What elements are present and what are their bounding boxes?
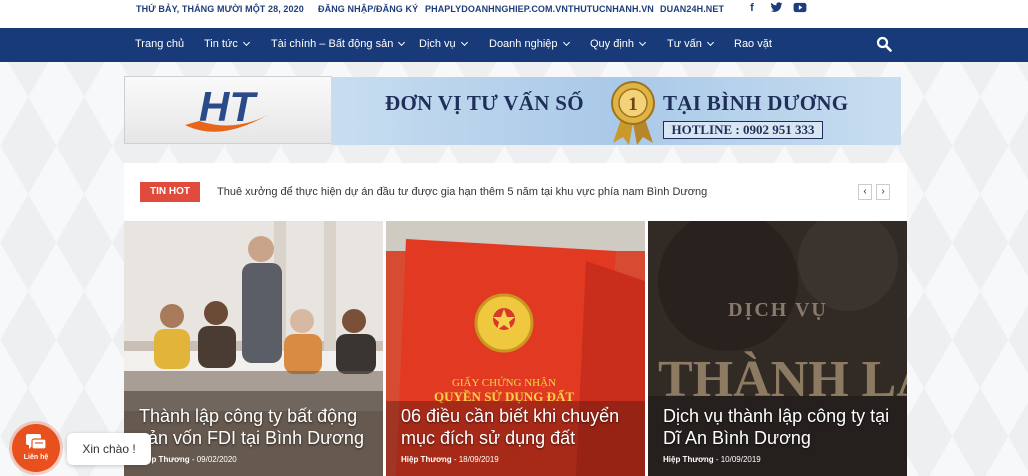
nav-consulting[interactable]: Tư vấn — [667, 38, 714, 50]
card-author[interactable]: Hiệp Thương — [663, 455, 714, 464]
featured-card[interactable]: GIẤY CHỨNG NHẬN QUYỀN SỬ DỤNG ĐẤT 06 điề… — [386, 221, 645, 476]
featured-card[interactable]: Thành lập công ty bất động sản vốn FDI t… — [124, 221, 383, 476]
nav-regulations-label: Quy định — [590, 38, 635, 50]
nav-classifieds-label: Rao vặt — [734, 38, 772, 50]
card-date: 09/02/2020 — [196, 455, 237, 464]
top-link-phaplydoanhnghiep[interactable]: PHAPLYDOANHNGHIEP.COM.VN — [425, 4, 568, 14]
hotline-badge[interactable]: HOTLINE : 0902 951 333 — [663, 121, 823, 139]
chat-greeting-bubble[interactable]: Xin chào ! — [67, 433, 151, 465]
top-link-thutucnhanh[interactable]: THUTUCNHANH.VN — [568, 4, 654, 14]
featured-card[interactable]: DỊCH VỤ THÀNH LẬ Dịch vụ thành lập công … — [648, 221, 907, 476]
hot-news-label: TIN HOT — [140, 182, 200, 202]
top-bar: THỨ BẢY, THÁNG MƯỜI MỘT 28, 2020 ĐĂNG NH… — [0, 0, 1028, 28]
card-title[interactable]: Thành lập công ty bất động sản vốn FDI t… — [139, 405, 371, 449]
nav-regulations[interactable]: Quy định — [590, 38, 647, 50]
chevron-down-icon — [638, 38, 647, 47]
twitter-icon[interactable] — [768, 1, 784, 17]
facebook-icon[interactable]: f — [744, 2, 760, 14]
login-register-link[interactable]: ĐĂNG NHẬP/ĐĂNG KÝ — [318, 4, 418, 14]
hot-news-headline[interactable]: Thuê xưởng để thực hiện dự án đầu tư đượ… — [217, 186, 707, 198]
ticker-next-button[interactable]: › — [876, 184, 890, 200]
search-icon[interactable] — [876, 36, 892, 52]
main-nav: Trang chủ Tin tức Tài chính – Bất động s… — [0, 28, 1028, 62]
banner-slogan-right: TẠI BÌNH DƯƠNG — [663, 91, 849, 115]
certificate-title-line1: GIẤY CHỨNG NHẬN — [452, 376, 556, 389]
nav-news[interactable]: Tin tức — [204, 38, 250, 50]
current-date: THỨ BẢY, THÁNG MƯỜI MỘT 28, 2020 — [136, 4, 304, 14]
nav-finance-label: Tài chính – Bất động sản — [271, 38, 394, 50]
youtube-icon[interactable] — [792, 1, 808, 17]
nav-finance-realestate[interactable]: Tài chính – Bất động sản — [271, 38, 406, 50]
chevron-down-icon — [562, 38, 570, 47]
ticker-prev-button[interactable]: ‹ — [858, 184, 872, 200]
nav-services-label: Dịch vụ — [419, 38, 456, 50]
chevron-down-icon — [398, 38, 406, 47]
card-meta: Hiệp Thương - 09/02/2020 — [139, 455, 237, 464]
gold-medal-icon: 1 — [611, 81, 655, 145]
chevron-down-icon — [460, 38, 468, 47]
nav-home-label: Trang chủ — [135, 38, 185, 50]
site-logo[interactable]: HT — [124, 76, 332, 144]
card-title[interactable]: Dịch vụ thành lập công ty tại Dĩ An Bình… — [663, 405, 895, 449]
nav-business-label: Doanh nghiệp — [489, 38, 558, 50]
top-link-duan24h[interactable]: DUAN24H.NET — [660, 4, 724, 14]
image-text-service: DỊCH VỤ — [728, 299, 828, 321]
nav-news-label: Tin tức — [204, 38, 238, 50]
banner-slogan-left: ĐƠN VỊ TƯ VẤN SỐ — [385, 91, 584, 115]
nav-home[interactable]: Trang chủ — [135, 38, 184, 50]
main-content: TIN HOT Thuê xưởng để thực hiện dự án đầ… — [124, 163, 907, 476]
card-author[interactable]: Hiệp Thương — [401, 455, 452, 464]
chat-label: Liên hệ — [23, 454, 49, 461]
nav-consulting-label: Tư vấn — [667, 38, 702, 50]
card-meta: Hiệp Thương - 18/09/2019 — [401, 455, 499, 464]
logo-text: HT — [199, 83, 258, 130]
medal-number: 1 — [628, 94, 638, 115]
chevron-down-icon — [706, 38, 714, 47]
card-date: 18/09/2019 — [458, 455, 499, 464]
card-meta: Hiệp Thương - 10/09/2019 — [663, 455, 761, 464]
nav-services[interactable]: Dịch vụ — [419, 38, 468, 50]
chat-icon — [26, 434, 47, 450]
card-title[interactable]: 06 điều cần biết khi chuyển mục đích sử … — [401, 405, 633, 449]
nav-classifieds[interactable]: Rao vặt — [734, 38, 772, 50]
card-date: 10/09/2019 — [720, 455, 761, 464]
nav-business[interactable]: Doanh nghiệp — [489, 38, 570, 50]
contact-chat-button[interactable]: Liên hệ — [12, 424, 60, 472]
chevron-down-icon — [242, 38, 250, 47]
ad-banner[interactable]: ĐƠN VỊ TƯ VẤN SỐ 1 TẠI BÌNH DƯƠNG HOTLIN… — [331, 77, 901, 145]
